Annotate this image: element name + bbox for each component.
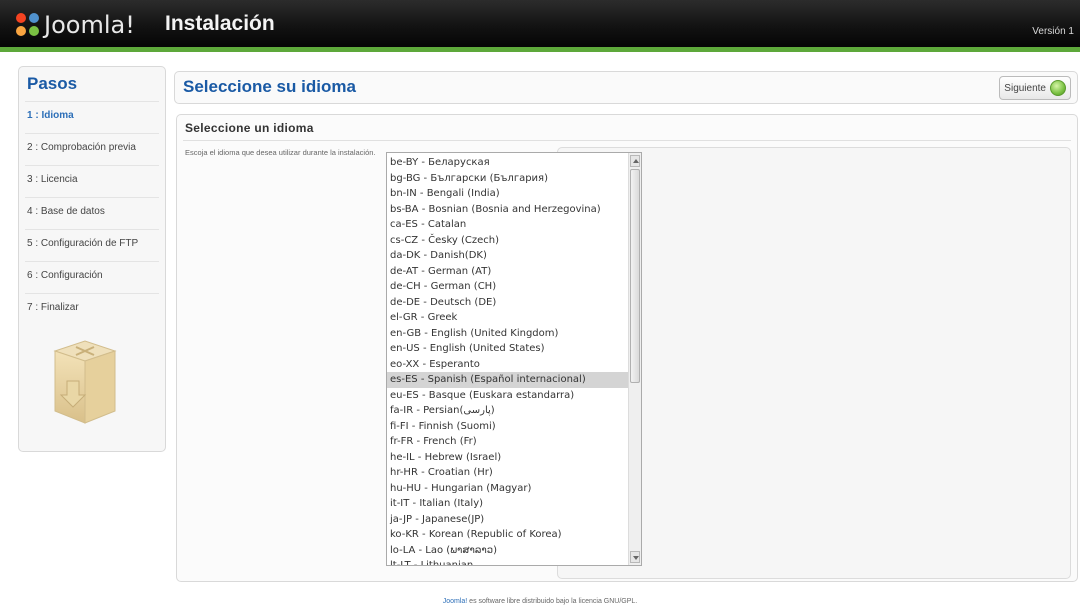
language-option[interactable]: fi-FI - Finnish (Suomi) bbox=[387, 419, 629, 435]
language-option[interactable]: be-BY - Беларуская bbox=[387, 155, 629, 171]
section-divider bbox=[183, 140, 1071, 141]
language-option[interactable]: lt-LT - Lithuanian bbox=[387, 558, 629, 565]
language-option[interactable]: he-IL - Hebrew (Israel) bbox=[387, 450, 629, 466]
step-item[interactable]: 4 : Base de datos bbox=[25, 197, 159, 229]
language-option[interactable]: en-US - English (United States) bbox=[387, 341, 629, 357]
language-option[interactable]: ko-KR - Korean (Republic of Korea) bbox=[387, 527, 629, 543]
steps-panel: Pasos 1 : Idioma 2 : Comprobación previa 3… bbox=[18, 66, 166, 452]
language-option[interactable]: de-CH - German (CH) bbox=[387, 279, 629, 295]
joomla-logo-icon bbox=[14, 11, 42, 39]
language-option[interactable]: bg-BG - Български (България) bbox=[387, 171, 629, 187]
joomla-logo: Joomla! bbox=[14, 8, 135, 42]
language-option[interactable]: fr-FR - French (Fr) bbox=[387, 434, 629, 450]
steps-title: Pasos bbox=[27, 74, 78, 93]
step-item[interactable]: 2 : Comprobación previa bbox=[25, 133, 159, 165]
language-option[interactable]: bs-BA - Bosnian (Bosnia and Herzegovina) bbox=[387, 202, 629, 218]
version-label: Versión 1 bbox=[1032, 26, 1074, 37]
step-item[interactable]: 7 : Finalizar bbox=[25, 293, 159, 325]
scroll-up-button[interactable] bbox=[630, 155, 640, 167]
language-option[interactable]: cs-CZ - Česky (Czech) bbox=[387, 233, 629, 249]
next-arrow-icon bbox=[1050, 80, 1066, 96]
logo-text: Joomla! bbox=[44, 11, 135, 39]
page-heading: Instalación bbox=[165, 12, 275, 35]
language-option[interactable]: it-IT - Italian (Italy) bbox=[387, 496, 629, 512]
language-option[interactable]: fa-IR - Persian(پارسی) bbox=[387, 403, 629, 419]
language-option[interactable]: ja-JP - Japanese(JP) bbox=[387, 512, 629, 528]
language-option[interactable]: hu-HU - Hungarian (Magyar) bbox=[387, 481, 629, 497]
arrow-down-icon bbox=[633, 556, 639, 560]
language-option[interactable]: lo-LA - Lao (ພາສາລາວ) bbox=[387, 543, 629, 559]
next-button[interactable]: Siguiente bbox=[999, 76, 1071, 100]
section-title: Seleccione un idioma bbox=[185, 121, 314, 135]
language-option[interactable]: de-AT - German (AT) bbox=[387, 264, 629, 280]
language-option[interactable]: eo-XX - Esperanto bbox=[387, 357, 629, 373]
language-option[interactable]: hr-HR - Croatian (Hr) bbox=[387, 465, 629, 481]
language-option[interactable]: da-DK - Danish(DK) bbox=[387, 248, 629, 264]
language-option[interactable]: el-GR - Greek bbox=[387, 310, 629, 326]
footer: Joomla! es software libre distribuido ba… bbox=[0, 598, 1080, 605]
main-header: Seleccione su idioma Siguiente bbox=[174, 71, 1078, 104]
list-scrollbar[interactable] bbox=[628, 153, 641, 565]
language-option[interactable]: ca-ES - Catalan bbox=[387, 217, 629, 233]
step-item[interactable]: 3 : Licencia bbox=[25, 165, 159, 197]
language-option[interactable]: de-DE - Deutsch (DE) bbox=[387, 295, 629, 311]
language-option[interactable]: eu-ES - Basque (Euskara estandarra) bbox=[387, 388, 629, 404]
language-select[interactable]: be-BY - Беларуская bg-BG - Български (Бъл… bbox=[386, 152, 642, 566]
step-item[interactable]: 6 : Configuración bbox=[25, 261, 159, 293]
language-option[interactable]: es-ES - Spanish (Español internacional) bbox=[387, 372, 629, 388]
language-option[interactable]: bn-IN - Bengali (India) bbox=[387, 186, 629, 202]
arrow-up-icon bbox=[633, 159, 639, 163]
scroll-thumb[interactable] bbox=[630, 169, 640, 383]
footer-joomla-link[interactable]: Joomla! bbox=[443, 598, 468, 605]
language-option[interactable]: en-GB - English (United Kingdom) bbox=[387, 326, 629, 342]
footer-text: es software libre distribuido bajo la li… bbox=[467, 598, 638, 605]
package-box-icon bbox=[53, 340, 117, 424]
instruction-text: Escoja el idioma que desea utilizar dura… bbox=[185, 148, 376, 157]
main-title: Seleccione su idioma bbox=[183, 77, 356, 96]
step-item[interactable]: 1 : Idioma bbox=[25, 101, 159, 133]
scroll-down-button[interactable] bbox=[630, 551, 640, 563]
next-button-label: Siguiente bbox=[1004, 82, 1046, 94]
header-bar: Joomla! Instalación Versión 1 bbox=[0, 0, 1080, 52]
step-item[interactable]: 5 : Configuración de FTP bbox=[25, 229, 159, 261]
